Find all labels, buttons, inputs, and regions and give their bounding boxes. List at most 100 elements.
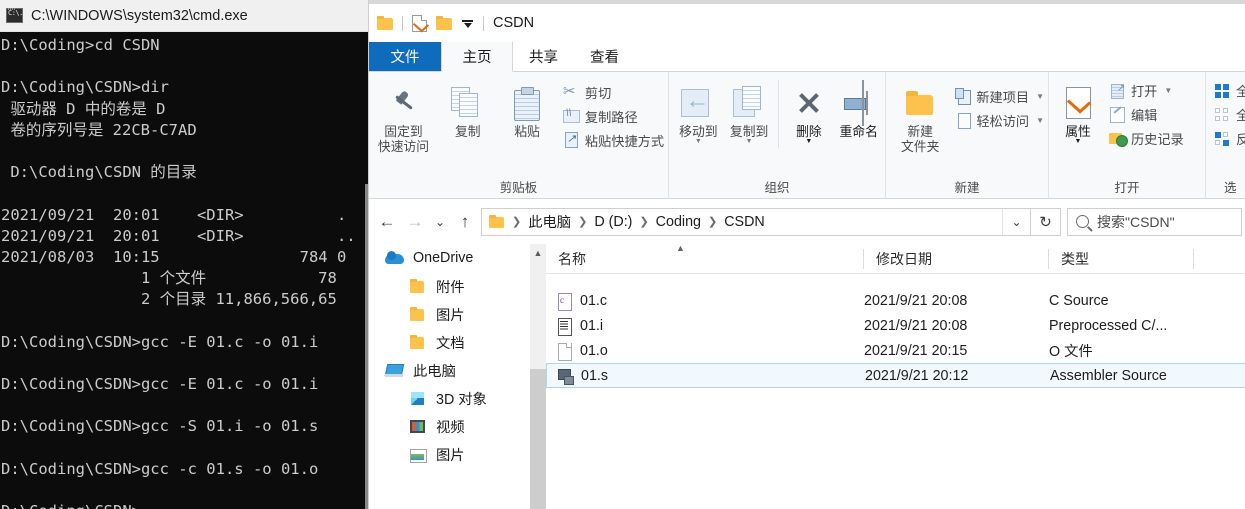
table-row[interactable]: 01.i 2021/9/21 20:08 Preprocessed C/...: [546, 313, 1245, 338]
table-row[interactable]: 01.c 2021/9/21 20:08 C Source: [546, 288, 1245, 313]
chevron-down-icon[interactable]: ▼: [1164, 86, 1172, 95]
customize-quick-access-icon[interactable]: [461, 17, 474, 30]
scroll-up-icon[interactable]: ▲: [530, 244, 546, 261]
nav-item-label: OneDrive: [413, 250, 474, 266]
file-modified-cell: 2021/9/21 20:15: [864, 342, 968, 359]
nav-item-list[interactable]: OneDrive 附件 图片 文档 此电脑 3D 对象 视频 图片: [369, 244, 546, 468]
refresh-icon[interactable]: ↻: [1031, 207, 1061, 236]
file-name-cell[interactable]: 01.i: [546, 317, 864, 336]
cmd-window[interactable]: C:\WINDOWS\system32\cmd.exe D:\Coding>cd…: [0, 0, 368, 509]
easy-access-button[interactable]: 轻松访问 ▼: [954, 110, 1044, 131]
file-explorer-window[interactable]: CSDN 文件 主页 共享 查看 固定到 快速访问 复制 粘贴 ✂ 剪切 \\ …: [368, 0, 1245, 509]
nav-item-documents[interactable]: 文档: [369, 328, 546, 356]
copy-button[interactable]: 复制: [438, 76, 497, 172]
tab-share[interactable]: 共享: [513, 42, 574, 71]
forward-arrow-icon[interactable]: →: [401, 208, 429, 236]
ribbon[interactable]: 固定到快速访问 复制 粘贴 剪切 复制路径: [369, 72, 1245, 199]
history-icon: [1109, 130, 1128, 147]
folder-icon[interactable]: [377, 16, 393, 30]
table-row[interactable]: 01.s 2021/9/21 20:12 Assembler Source: [546, 363, 1245, 388]
column-header-type[interactable]: 类型: [1049, 244, 1194, 274]
terminal-output[interactable]: D:\Coding>cd CSDN D:\Coding\CSDN>dir 驱动器 …: [0, 32, 368, 509]
search-input[interactable]: 搜索"CSDN": [1067, 207, 1242, 236]
page-title: CSDN: [493, 15, 535, 31]
tab-view[interactable]: 查看: [574, 42, 635, 71]
new-item-button[interactable]: 新建项目 ▼: [954, 86, 1044, 107]
copy-path-label: 复制路径: [584, 110, 638, 125]
tab-home[interactable]: 主页: [441, 42, 513, 72]
breadcrumb-coding[interactable]: Coding: [656, 214, 701, 230]
breadcrumb-this-pc[interactable]: 此电脑: [528, 211, 571, 232]
chevron-down-icon[interactable]: ▼: [805, 138, 812, 145]
explorer-titlebar[interactable]: CSDN: [369, 4, 1245, 42]
this-pc-icon: [385, 362, 404, 379]
column-header-modified[interactable]: 修改日期: [864, 244, 1049, 274]
edit-icon: [1109, 106, 1126, 123]
rename-label: 重命名: [839, 124, 878, 139]
nav-item-this-pc[interactable]: 此电脑: [369, 356, 546, 384]
file-list-pane[interactable]: 名称 ▲ 修改日期 类型 01.c 2021/9/21 20:08 C Source…: [546, 244, 1245, 509]
chevron-down-icon[interactable]: ▼: [1036, 92, 1044, 101]
chevron-down-icon[interactable]: ▼: [746, 138, 753, 145]
paste-shortcut-button[interactable]: 粘贴快捷方式: [563, 130, 664, 151]
new-folder-button[interactable]: 新建 文件夹: [892, 76, 948, 172]
open-button[interactable]: 打开 ▼: [1109, 80, 1184, 101]
nav-item-attachments[interactable]: 附件: [369, 272, 546, 300]
rename-button[interactable]: 重命名: [832, 76, 885, 172]
copy-to-label: 复制到: [729, 124, 769, 139]
nav-item-pictures-onedrive[interactable]: 图片: [369, 300, 546, 328]
ribbon-group-label: 选: [1224, 181, 1237, 195]
chevron-down-icon[interactable]: ▼: [1075, 138, 1082, 145]
ribbon-tabs[interactable]: 文件 主页 共享 查看: [369, 42, 1245, 72]
file-name-cell[interactable]: 01.s: [547, 367, 865, 385]
terminal-line: D:\Coding\CSDN>gcc -c 01.s -o 01.o: [1, 459, 319, 478]
breadcrumb-csdn[interactable]: CSDN: [724, 214, 765, 230]
select-none-button[interactable]: 全: [1214, 104, 1245, 125]
file-list-rows[interactable]: 01.c 2021/9/21 20:08 C Source 01.i 2021/9/21…: [546, 274, 1245, 388]
back-arrow-icon[interactable]: ←: [373, 208, 401, 236]
tab-file[interactable]: 文件: [369, 42, 441, 71]
edit-button[interactable]: 编辑: [1109, 104, 1184, 125]
nav-item-pictures[interactable]: 图片: [369, 440, 546, 468]
new-folder-icon[interactable]: [436, 16, 452, 30]
nav-item-onedrive[interactable]: OneDrive: [369, 244, 546, 272]
onedrive-icon: [385, 250, 404, 267]
properties-icon[interactable]: [412, 14, 427, 32]
chevron-down-icon[interactable]: ▼: [1036, 116, 1044, 125]
address-bar-row[interactable]: ← → ⌄ ↑ ❯ 此电脑 ❯ D (D:) ❯ Coding ❯ CSDN ⌄…: [369, 199, 1245, 244]
file-name-cell[interactable]: 01.o: [546, 342, 864, 361]
column-header-size[interactable]: [1194, 244, 1234, 274]
terminal-line: 2021/09/21 20:01 <DIR> ..: [1, 226, 356, 245]
ribbon-group-organize: 移动到 ▼ 复制到 ▼ 删除 ▼ 重命名 组: [669, 72, 886, 199]
properties-button[interactable]: 属性 ▼: [1055, 76, 1101, 172]
column-header-name[interactable]: 名称 ▲: [546, 244, 864, 274]
move-to-button[interactable]: 移动到 ▼: [673, 76, 724, 172]
breadcrumb-drive-d[interactable]: D (D:): [594, 214, 632, 230]
open-label: 打开: [1131, 84, 1158, 99]
cmd-titlebar[interactable]: C:\WINDOWS\system32\cmd.exe: [0, 0, 368, 32]
up-arrow-icon[interactable]: ↑: [451, 208, 479, 236]
folder-icon: [408, 306, 427, 323]
nav-item-3d-objects[interactable]: 3D 对象: [369, 384, 546, 412]
file-list-header[interactable]: 名称 ▲ 修改日期 类型: [546, 244, 1245, 274]
chevron-down-icon[interactable]: ⌄: [1002, 208, 1030, 235]
pin-to-quick-access-button[interactable]: 固定到 快速访问: [369, 76, 438, 172]
select-all-button[interactable]: 全: [1214, 80, 1245, 101]
chevron-down-icon[interactable]: ▼: [695, 138, 702, 145]
navigation-pane-scrollbar[interactable]: ▲: [530, 244, 546, 509]
copy-path-button[interactable]: 复制路径: [562, 106, 664, 127]
copy-to-button[interactable]: 复制到 ▼: [724, 76, 775, 172]
table-row[interactable]: 01.o 2021/9/21 20:15 O 文件: [546, 338, 1245, 363]
invert-selection-button[interactable]: 反: [1214, 128, 1245, 149]
delete-label: 删除: [796, 124, 822, 139]
navigation-pane[interactable]: OneDrive 附件 图片 文档 此电脑 3D 对象 视频 图片 ▲: [369, 244, 546, 509]
address-bar[interactable]: ❯ 此电脑 ❯ D (D:) ❯ Coding ❯ CSDN ⌄: [481, 207, 1031, 236]
paste-button[interactable]: 粘贴: [497, 76, 556, 172]
delete-button[interactable]: 删除 ▼: [785, 76, 832, 172]
navigation-scrollbar-thumb[interactable]: [530, 369, 546, 509]
cut-button[interactable]: 剪切: [563, 82, 664, 103]
recent-locations-chevron-icon[interactable]: ⌄: [429, 208, 451, 236]
file-name-cell[interactable]: 01.c: [546, 292, 864, 311]
history-button[interactable]: 历史记录: [1109, 128, 1184, 149]
nav-item-videos[interactable]: 视频: [369, 412, 546, 440]
